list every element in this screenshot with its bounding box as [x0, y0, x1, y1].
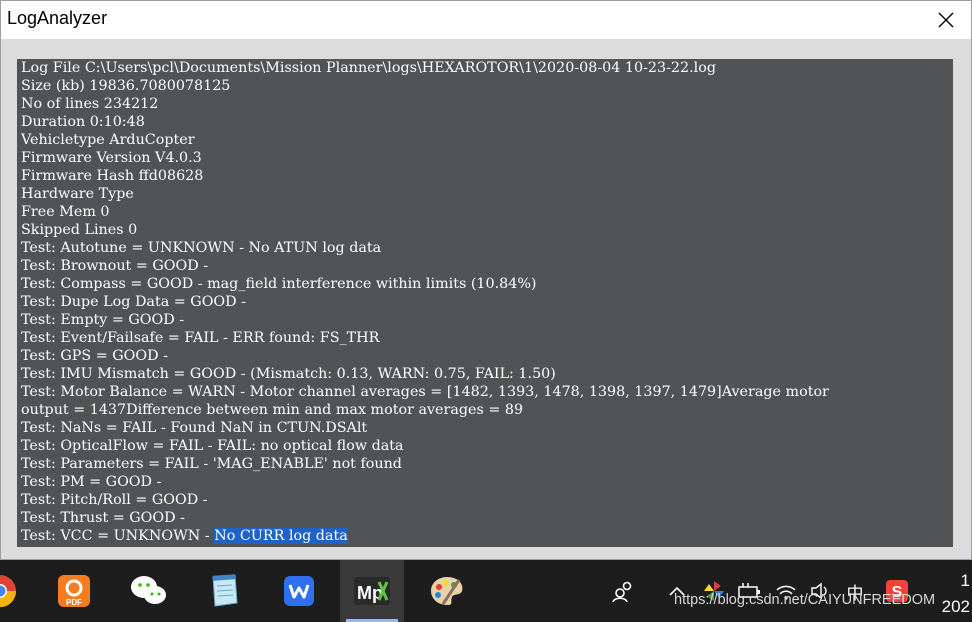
log-line: Log File C:\Users\pcl\Documents\Mission … — [21, 60, 717, 76]
log-line: Test: Dupe Log Data = GOOD - — [21, 294, 246, 310]
window-content: Log File C:\Users\pcl\Documents\Mission … — [1, 39, 971, 559]
clock-line-1: 1 — [960, 571, 970, 590]
log-line: Test: Motor Balance = WARN - Motor chann… — [21, 384, 829, 400]
log-line: Test: Event/Failsafe = FAIL - ERR found:… — [21, 330, 380, 346]
log-line: No of lines 234212 — [21, 96, 159, 112]
close-icon — [938, 12, 954, 28]
window-title: LogAnalyzer — [7, 8, 108, 28]
wechat-icon — [131, 576, 166, 604]
pdf-icon: PDF — [58, 575, 90, 607]
log-line: Skipped Lines 0 — [21, 222, 138, 238]
log-line: Vehicletype ArduCopter — [21, 132, 195, 148]
taskbar-app-wechat[interactable] — [117, 560, 181, 622]
notepad-icon — [212, 574, 238, 607]
log-line: Test: IMU Mismatch = GOOD - (Mismatch: 0… — [21, 366, 556, 382]
log-line-prefix: Test: VCC = UNKNOWN - — [21, 528, 215, 544]
tray-people[interactable] — [610, 578, 636, 604]
log-line: Hardware Type — [21, 186, 134, 202]
log-line: Firmware Version V4.0.3 — [21, 150, 202, 166]
log-line: Test: OpticalFlow = FAIL - FAIL: no opti… — [21, 438, 404, 454]
title-bar[interactable]: LogAnalyzer — [1, 1, 971, 39]
taskbar-app-paint[interactable] — [415, 560, 479, 622]
clock-line-2: 202 — [941, 597, 970, 616]
log-line: Test: Compass = GOOD - mag_field interfe… — [21, 276, 537, 292]
people-icon — [612, 581, 632, 603]
log-line: Test: NaNs = FAIL - Found NaN in CTUN.DS… — [21, 420, 368, 436]
svg-text:PDF: PDF — [66, 598, 82, 607]
log-line: output = 1437Difference between min and … — [21, 402, 524, 418]
log-line: Test: Parameters = FAIL - 'MAG_ENABLE' n… — [21, 456, 402, 472]
log-line: Test: Brownout = GOOD - — [21, 258, 209, 274]
selected-text[interactable]: No CURR log data — [214, 528, 348, 544]
log-analyzer-window: LogAnalyzer Log File C:\Users\pcl\Docume… — [0, 0, 972, 560]
log-output-textbox[interactable]: Log File C:\Users\pcl\Documents\Mission … — [17, 59, 953, 547]
log-line: Test: Pitch/Roll = GOOD - — [21, 492, 208, 508]
mission-planner-icon: Mp — [354, 577, 390, 605]
log-line: Firmware Hash ffd08628 — [21, 168, 204, 184]
log-line: Test: Thrust = GOOD - — [21, 510, 185, 526]
log-line: Test: GPS = GOOD - — [21, 348, 168, 364]
taskbar-app-chrome[interactable] — [0, 560, 32, 622]
taskbar: PDF Mp 中 S — [0, 560, 972, 622]
chrome-icon — [0, 575, 17, 608]
taskbar-app-mission-planner[interactable]: Mp — [340, 560, 404, 622]
paint-icon — [431, 577, 463, 605]
log-line: Free Mem 0 — [21, 204, 110, 220]
log-line: Duration 0:10:48 — [21, 114, 145, 130]
close-button[interactable] — [921, 1, 971, 39]
log-line: Test: Autotune = UNKNOWN - No ATUN log d… — [21, 240, 382, 256]
log-line: Test: PM = GOOD - — [21, 474, 162, 490]
watermark-text: https://blog.csdn.net/CAIYUNFREEDOM — [674, 592, 936, 608]
taskbar-app-notepad[interactable] — [192, 560, 256, 622]
log-line: Test: Empty = GOOD - — [21, 312, 185, 328]
taskbar-app-pdf[interactable]: PDF — [42, 560, 106, 622]
clock[interactable]: 1 202 — [942, 568, 970, 620]
wps-icon — [284, 576, 314, 606]
log-line-last: Test: VCC = UNKNOWN - No CURR log data — [21, 527, 953, 545]
taskbar-app-wps[interactable] — [267, 560, 331, 622]
log-line: Size (kb) 19836.7080078125 — [21, 78, 231, 94]
